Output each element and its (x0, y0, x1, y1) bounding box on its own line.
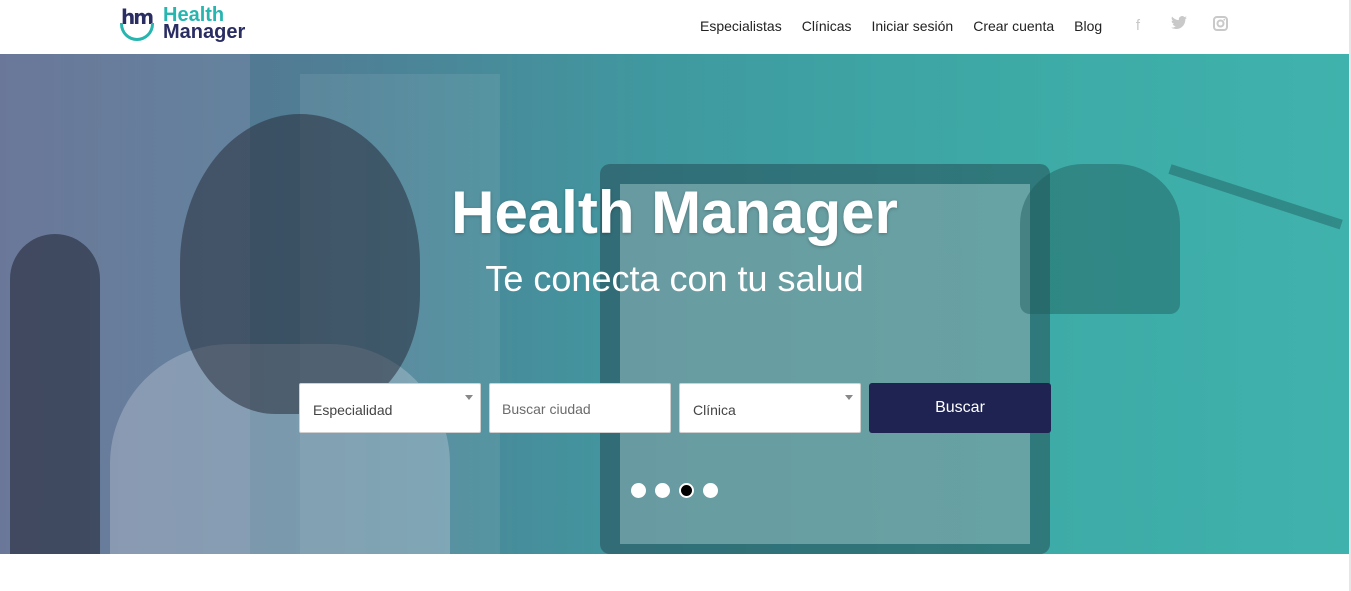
hero-title: Health Manager (451, 179, 898, 246)
chevron-down-icon (845, 395, 853, 400)
city-search-placeholder: Buscar ciudad (502, 401, 591, 417)
clinic-select-value: Clínica (693, 402, 736, 418)
instagram-icon[interactable] (1210, 16, 1230, 36)
nav-iniciar-sesion[interactable]: Iniciar sesión (872, 17, 954, 35)
carousel-indicators (631, 483, 727, 498)
nav-crear-cuenta[interactable]: Crear cuenta (973, 17, 1054, 35)
logo-mark-icon: hm (119, 5, 157, 43)
navbar: hm Health Manager Especialistas Clínicas… (0, 0, 1351, 54)
carousel-dot-3[interactable] (679, 483, 694, 498)
search-button[interactable]: Buscar (869, 383, 1051, 433)
logo-smile-icon (120, 23, 154, 41)
carousel-dot-2[interactable] (655, 483, 670, 498)
social-links: f (1128, 16, 1251, 36)
carousel-dot-1[interactable] (631, 483, 646, 498)
city-search-input[interactable]: Buscar ciudad (489, 383, 671, 433)
twitter-icon[interactable] (1169, 16, 1189, 36)
nav-clinicas[interactable]: Clínicas (802, 17, 852, 35)
clinic-select[interactable]: Clínica (679, 383, 861, 433)
nav-especialistas[interactable]: Especialistas (700, 17, 782, 35)
carousel-dot-4[interactable] (703, 483, 718, 498)
hero-subtitle: Te conecta con tu salud (485, 258, 864, 299)
logo-line-2: Manager (163, 21, 246, 43)
logo[interactable]: hm Health Manager (119, 5, 245, 43)
specialty-select[interactable]: Especialidad (299, 383, 481, 433)
facebook-icon[interactable]: f (1128, 16, 1148, 36)
logo-text: Health Manager (163, 5, 246, 43)
chevron-down-icon (465, 395, 473, 400)
nav-blog[interactable]: Blog (1074, 17, 1102, 35)
hero-carousel: Health Manager Te conecta con tu salud E… (0, 54, 1349, 554)
specialty-select-value: Especialidad (313, 402, 393, 418)
main-nav: Especialistas Clínicas Iniciar sesión Cr… (700, 17, 1122, 35)
